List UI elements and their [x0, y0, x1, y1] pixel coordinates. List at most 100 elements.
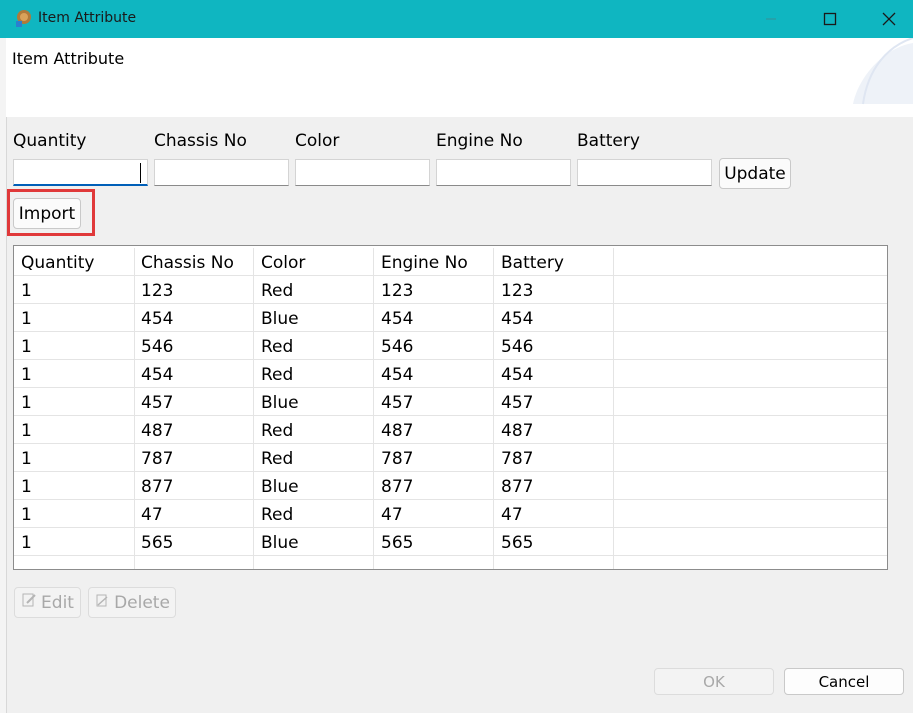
table-cell[interactable]: Red [254, 444, 374, 472]
color-input[interactable] [295, 159, 430, 186]
delete-button[interactable]: Delete [88, 587, 176, 618]
table-cell[interactable]: 457 [134, 388, 254, 416]
table-row[interactable]: 1 565 Blue 565 565 [14, 528, 887, 556]
grid-header-row: Quantity Chassis No Color Engine No Battery [14, 248, 887, 276]
table-cell[interactable]: 454 [134, 304, 254, 332]
table-cell[interactable]: 123 [134, 276, 254, 304]
column-header[interactable]: Chassis No [134, 248, 254, 276]
items-grid[interactable]: Quantity Chassis No Color Engine No Battery 1… [13, 245, 888, 570]
table-row[interactable]: 1 457 Blue 457 457 [14, 388, 887, 416]
table-row[interactable]: 1 877 Blue 877 877 [14, 472, 887, 500]
table-row[interactable]: 1 487 Red 487 487 [14, 416, 887, 444]
empty-cell [494, 556, 614, 569]
cancel-button[interactable]: Cancel [784, 668, 904, 695]
table-cell[interactable]: 123 [494, 276, 614, 304]
table-cell[interactable]: Blue [254, 304, 374, 332]
table-cell[interactable]: 454 [134, 360, 254, 388]
table-cell[interactable]: 47 [374, 500, 494, 528]
table-row[interactable]: 1 546 Red 546 546 [14, 332, 887, 360]
import-button[interactable]: Import [13, 198, 81, 229]
table-cell[interactable]: 457 [494, 388, 614, 416]
empty-cell [134, 556, 254, 569]
table-cell[interactable]: 1 [14, 444, 135, 472]
table-cell[interactable]: 1 [14, 388, 135, 416]
table-cell[interactable]: 454 [494, 304, 614, 332]
column-header[interactable]: Color [254, 248, 374, 276]
table-cell[interactable]: 1 [14, 528, 135, 556]
column-header[interactable]: Engine No [374, 248, 494, 276]
table-cell[interactable]: 1 [14, 416, 135, 444]
table-cell[interactable]: 546 [374, 332, 494, 360]
table-cell[interactable]: 565 [134, 528, 254, 556]
color-label: Color [295, 131, 340, 151]
column-header[interactable]: Quantity [14, 248, 135, 276]
column-header[interactable]: Battery [494, 248, 614, 276]
table-cell[interactable]: 787 [494, 444, 614, 472]
edit-icon [21, 592, 37, 613]
table-row[interactable]: 1 47 Red 47 47 [14, 500, 887, 528]
table-cell[interactable]: Blue [254, 472, 374, 500]
table-cell[interactable]: 1 [14, 276, 135, 304]
edit-button[interactable]: Edit [14, 587, 81, 618]
table-cell[interactable]: 457 [374, 388, 494, 416]
table-cell[interactable]: 47 [494, 500, 614, 528]
grid-filler [614, 304, 887, 332]
table-row[interactable]: 1 454 Blue 454 454 [14, 304, 887, 332]
update-button[interactable]: Update [719, 158, 791, 189]
table-cell[interactable]: 1 [14, 304, 135, 332]
table-row[interactable]: 1 787 Red 787 787 [14, 444, 887, 472]
table-cell[interactable]: Blue [254, 528, 374, 556]
table-cell[interactable]: Red [254, 360, 374, 388]
table-cell[interactable]: 47 [134, 500, 254, 528]
quantity-input[interactable] [13, 159, 148, 186]
table-cell[interactable]: 454 [374, 304, 494, 332]
left-edge [0, 38, 7, 713]
table-cell[interactable]: 787 [374, 444, 494, 472]
battery-label: Battery [577, 131, 640, 151]
delete-icon [94, 592, 110, 613]
app-icon [13, 9, 33, 29]
table-row[interactable]: 1 454 Red 454 454 [14, 360, 887, 388]
table-cell[interactable]: 487 [494, 416, 614, 444]
table-cell[interactable]: 1 [14, 360, 135, 388]
table-cell[interactable]: 1 [14, 472, 135, 500]
chassis-no-input[interactable] [154, 159, 289, 186]
table-cell[interactable]: 546 [494, 332, 614, 360]
grid-filler [614, 416, 887, 444]
table-cell[interactable]: 454 [494, 360, 614, 388]
table-cell[interactable]: 123 [374, 276, 494, 304]
dialog-header: Item Attribute [6, 38, 913, 117]
table-cell[interactable]: 487 [134, 416, 254, 444]
close-button[interactable] [866, 0, 912, 38]
minimize-button[interactable] [748, 0, 794, 38]
table-cell[interactable]: 546 [134, 332, 254, 360]
table-cell[interactable]: Blue [254, 388, 374, 416]
table-cell[interactable]: 1 [14, 332, 135, 360]
table-cell[interactable]: 565 [374, 528, 494, 556]
empty-row [14, 556, 887, 569]
empty-cell [374, 556, 494, 569]
table-cell[interactable]: 787 [134, 444, 254, 472]
table-row[interactable]: 1 123 Red 123 123 [14, 276, 887, 304]
table-cell[interactable]: 565 [494, 528, 614, 556]
table-cell[interactable]: 877 [134, 472, 254, 500]
window-title: Item Attribute [38, 10, 137, 26]
maximize-button[interactable] [807, 0, 853, 38]
table-cell[interactable]: 877 [494, 472, 614, 500]
table-cell[interactable]: 1 [14, 500, 135, 528]
table-cell[interactable]: Red [254, 276, 374, 304]
table-cell[interactable]: 487 [374, 416, 494, 444]
battery-input[interactable] [577, 159, 712, 186]
grid-filler [614, 360, 887, 388]
table-cell[interactable]: Red [254, 416, 374, 444]
table-cell[interactable]: Red [254, 332, 374, 360]
quantity-label: Quantity [13, 131, 87, 151]
empty-cell [254, 556, 374, 569]
grid-filler [614, 276, 887, 304]
table-cell[interactable]: Red [254, 500, 374, 528]
table-cell[interactable]: 454 [374, 360, 494, 388]
delete-label: Delete [114, 592, 170, 613]
engine-no-input[interactable] [436, 159, 571, 186]
table-cell[interactable]: 877 [374, 472, 494, 500]
ok-button[interactable]: OK [654, 668, 774, 695]
